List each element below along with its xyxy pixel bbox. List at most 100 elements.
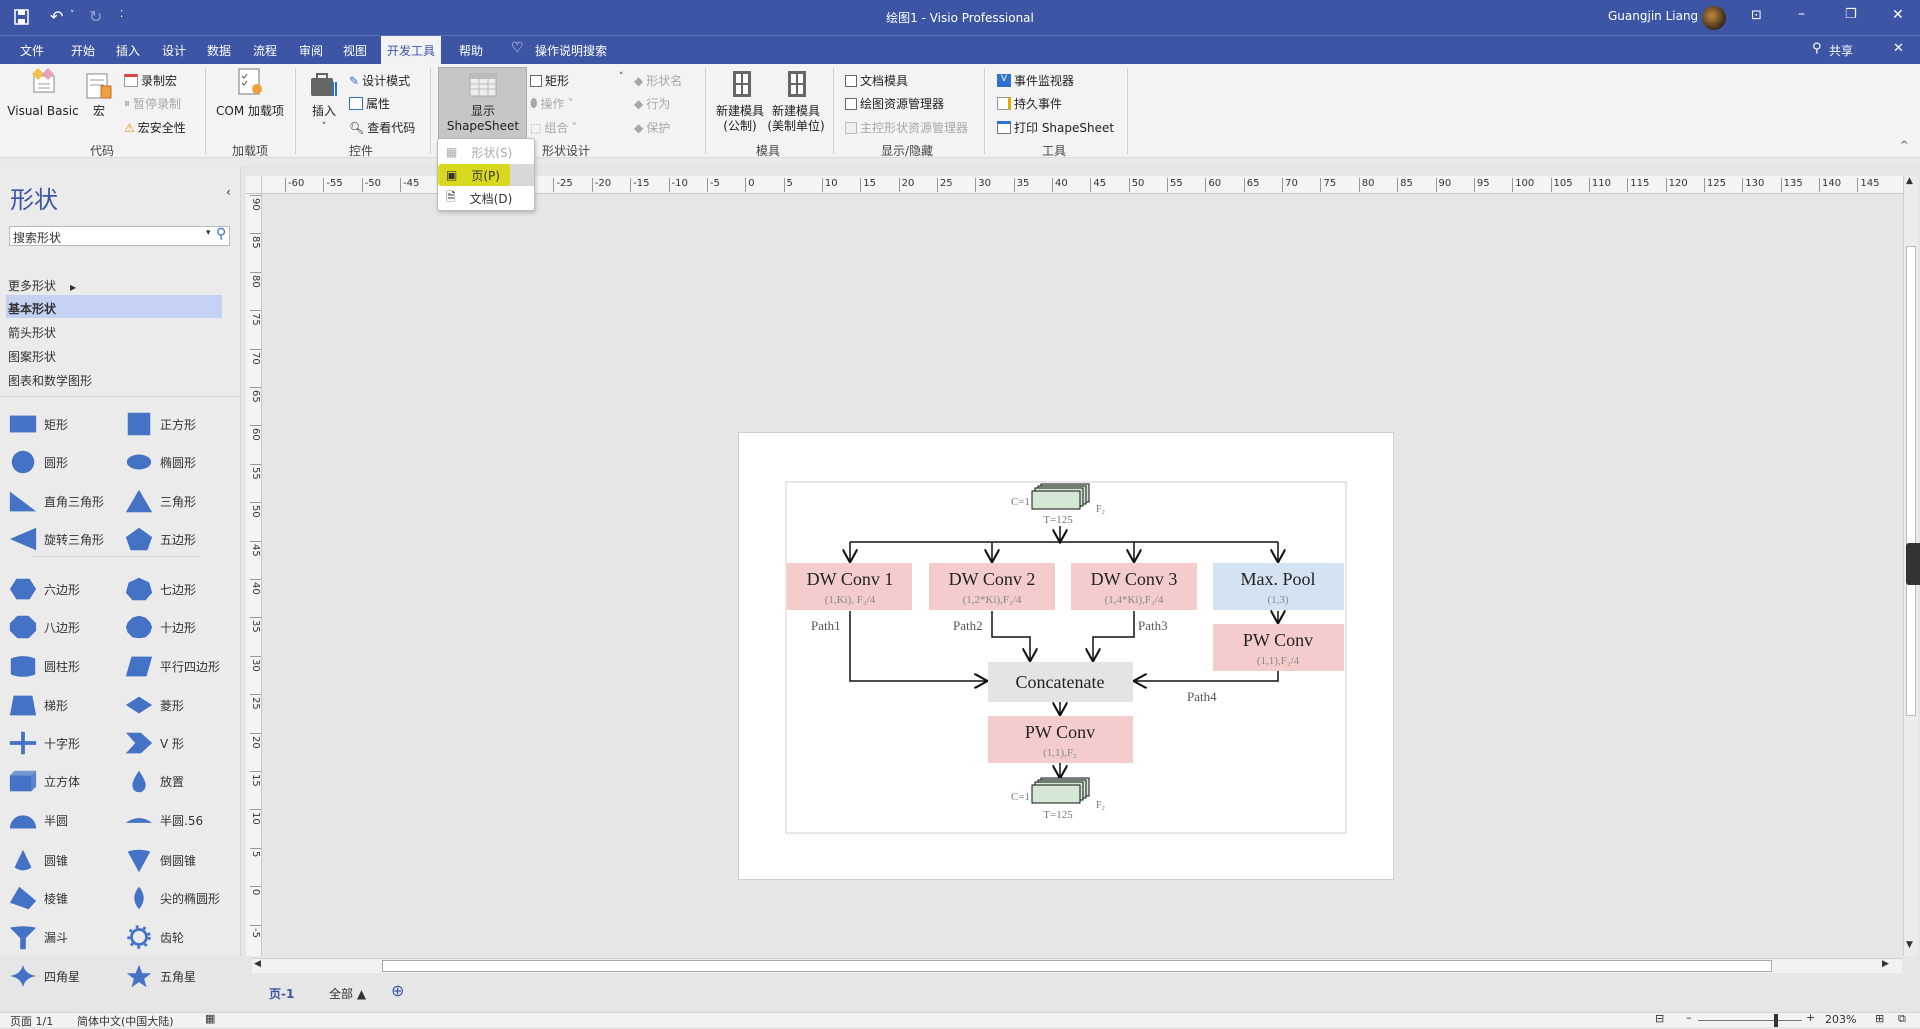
chevron-down-icon[interactable]: ˅ bbox=[322, 120, 327, 135]
zoom-in-button[interactable]: + bbox=[1806, 1011, 1815, 1024]
user-name[interactable]: Guangjin Liang bbox=[1608, 9, 1698, 23]
shape-item[interactable]: 直角三角形 bbox=[8, 488, 104, 514]
drawing-page[interactable] bbox=[738, 432, 1394, 880]
shape-item[interactable]: 六边形 bbox=[8, 576, 80, 602]
shape-item[interactable]: 圆形 bbox=[8, 449, 68, 475]
scroll-down-icon[interactable]: ▼ bbox=[1906, 940, 1913, 950]
search-icon[interactable]: ⚲ bbox=[216, 226, 226, 242]
group-button[interactable]: ⬚ 组合 ˅ bbox=[530, 119, 577, 136]
undo-dropdown-icon[interactable]: ˅ bbox=[70, 10, 75, 20]
macro-security-button[interactable]: ⚠ 宏安全性 bbox=[124, 119, 186, 136]
presentation-mode-icon[interactable]: ⊟ bbox=[1655, 1012, 1664, 1025]
horizontal-scrollbar[interactable]: ◀ ▶ bbox=[252, 958, 1902, 973]
shape-item[interactable]: 矩形 bbox=[8, 411, 68, 437]
search-dropdown-icon[interactable]: ▾ bbox=[206, 228, 211, 238]
tab-process[interactable]: 流程 bbox=[253, 42, 277, 59]
print-shapesheet-button[interactable]: 打印 ShapeSheet bbox=[997, 119, 1114, 136]
stencil-chart-math-shapes[interactable]: 图表和数学图形 bbox=[8, 372, 92, 389]
shape-item[interactable]: 菱形 bbox=[124, 692, 184, 718]
master-explorer-checkbox[interactable]: 主控形状资源管理器 bbox=[845, 119, 968, 136]
shape-item[interactable]: 五角星 bbox=[124, 963, 196, 989]
tab-home[interactable]: 开始 bbox=[71, 42, 95, 59]
shape-item[interactable]: 十边形 bbox=[124, 614, 196, 640]
page-tab-1[interactable]: 页-1 bbox=[269, 985, 294, 1002]
collapse-panel-icon[interactable]: ‹ bbox=[226, 185, 231, 199]
event-monitor-button[interactable]: V 事件监视器 bbox=[997, 72, 1074, 89]
tab-view[interactable]: 视图 bbox=[343, 42, 367, 59]
avatar[interactable] bbox=[1702, 6, 1726, 30]
side-panel-handle[interactable] bbox=[1906, 543, 1920, 585]
shape-item[interactable]: 四角星 bbox=[8, 963, 80, 989]
shape-item[interactable]: 立方体 bbox=[8, 768, 80, 794]
close-document-icon[interactable]: ✕ bbox=[1893, 41, 1904, 56]
close-icon[interactable]: ✕ bbox=[1892, 7, 1904, 23]
shape-item[interactable]: 旋转三角形 bbox=[8, 526, 104, 552]
tab-help[interactable]: 帮助 bbox=[459, 42, 483, 59]
insert-control-button[interactable]: 插入 bbox=[312, 104, 336, 119]
zoom-slider[interactable] bbox=[1698, 1020, 1802, 1021]
operations-button[interactable]: ⬮ 操作 ˅ bbox=[530, 95, 574, 112]
shape-item[interactable]: 棱锥 bbox=[8, 885, 68, 911]
stencil-pattern-shapes[interactable]: 图案形状 bbox=[8, 348, 56, 365]
minimize-icon[interactable]: – bbox=[1798, 6, 1805, 22]
collapse-ribbon-icon[interactable]: ^ bbox=[1900, 140, 1908, 151]
stencil-arrow-shapes[interactable]: 箭头形状 bbox=[8, 324, 56, 341]
shape-item[interactable]: 半圆.56 bbox=[124, 807, 203, 833]
rectangle-tool-button[interactable]: 矩形 bbox=[530, 72, 569, 89]
new-stencil-metric-button[interactable]: 新建模具 (公制) bbox=[716, 104, 764, 134]
shape-item[interactable]: 八边形 bbox=[8, 614, 80, 640]
shape-item[interactable]: 齿轮 bbox=[124, 924, 184, 950]
document-stencil-checkbox[interactable]: 文档模具 bbox=[845, 72, 908, 89]
new-stencil-us-button[interactable]: 新建模具 (美制单位) bbox=[767, 104, 824, 134]
tab-review[interactable]: 审阅 bbox=[299, 42, 323, 59]
shape-name-button[interactable]: ◆ 形状名 bbox=[634, 72, 682, 89]
save-icon[interactable] bbox=[14, 9, 30, 25]
search-shapes-input[interactable]: 搜索形状 ▾ ⚲ bbox=[9, 226, 230, 246]
shape-item[interactable]: 七边形 bbox=[124, 576, 196, 602]
shape-item[interactable]: 尖的椭圆形 bbox=[124, 885, 220, 911]
macro-recording-icon[interactable]: ▦ bbox=[205, 1012, 215, 1025]
shape-item[interactable]: 椭圆形 bbox=[124, 449, 196, 475]
stencil-basic-shapes[interactable]: 基本形状 bbox=[8, 300, 56, 317]
shape-item[interactable]: 半圆 bbox=[8, 807, 68, 833]
horizontal-scroll-thumb[interactable] bbox=[382, 960, 1772, 972]
tab-design[interactable]: 设计 bbox=[162, 42, 186, 59]
redo-icon[interactable]: ↻ bbox=[89, 7, 102, 26]
behavior-button[interactable]: ◆ 行为 bbox=[634, 95, 670, 112]
zoom-slider-thumb[interactable] bbox=[1773, 1014, 1778, 1027]
restore-icon[interactable]: ❐ bbox=[1845, 7, 1857, 22]
zoom-level[interactable]: 203% bbox=[1825, 1013, 1856, 1026]
pause-recording-button[interactable]: ⏸ 暂停录制 bbox=[124, 95, 181, 112]
record-macro-button[interactable]: 录制宏 bbox=[124, 72, 177, 89]
scroll-right-icon[interactable]: ▶ bbox=[1882, 959, 1889, 969]
menu-item-shape[interactable]: ▦ 形状(S) bbox=[440, 141, 534, 163]
shape-item[interactable]: 放置 bbox=[124, 768, 184, 794]
vertical-scroll-thumb[interactable] bbox=[1906, 246, 1916, 716]
customize-icon[interactable]: ⁚ bbox=[120, 9, 123, 20]
properties-button[interactable]: 属性 bbox=[349, 95, 390, 112]
shape-item[interactable]: 梯形 bbox=[8, 692, 68, 718]
add-page-icon[interactable]: ⊕ bbox=[391, 981, 404, 1000]
shape-item[interactable]: 平行四边形 bbox=[124, 653, 220, 679]
rectangle-dropdown-icon[interactable]: ˅ bbox=[619, 72, 624, 82]
drawing-explorer-checkbox[interactable]: 绘图资源管理器 bbox=[845, 95, 944, 112]
menu-item-document[interactable]: 🗎︎ 文档(D) bbox=[440, 187, 534, 209]
show-shapesheet-button[interactable]: 显示 ShapeSheet bbox=[438, 67, 527, 139]
tell-me-search[interactable]: 操作说明搜索 bbox=[535, 42, 607, 59]
macros-button[interactable]: 宏 bbox=[93, 104, 105, 119]
fit-page-icon[interactable]: ⊞ bbox=[1875, 1012, 1884, 1025]
design-mode-button[interactable]: ✎ 设计模式 bbox=[349, 72, 410, 89]
tab-insert[interactable]: 插入 bbox=[116, 42, 140, 59]
share-button[interactable]: 共享 bbox=[1829, 42, 1853, 59]
shape-item[interactable]: 倒圆锥 bbox=[124, 847, 196, 873]
shape-item[interactable]: 圆柱形 bbox=[8, 653, 80, 679]
shape-item[interactable]: 漏斗 bbox=[8, 924, 68, 950]
menu-item-page[interactable]: ▣ 页(P) bbox=[438, 164, 534, 186]
tab-file[interactable]: 文件 bbox=[20, 42, 44, 59]
view-code-button[interactable]: 🔍︎ 查看代码 bbox=[349, 119, 415, 136]
switch-windows-icon[interactable]: ⧉ bbox=[1898, 1012, 1906, 1026]
zoom-out-button[interactable]: – bbox=[1686, 1011, 1692, 1024]
shape-item[interactable]: 五边形 bbox=[124, 526, 196, 552]
shape-item[interactable]: V 形 bbox=[124, 730, 184, 756]
persistent-events-button[interactable]: 持久事件 bbox=[997, 95, 1062, 112]
